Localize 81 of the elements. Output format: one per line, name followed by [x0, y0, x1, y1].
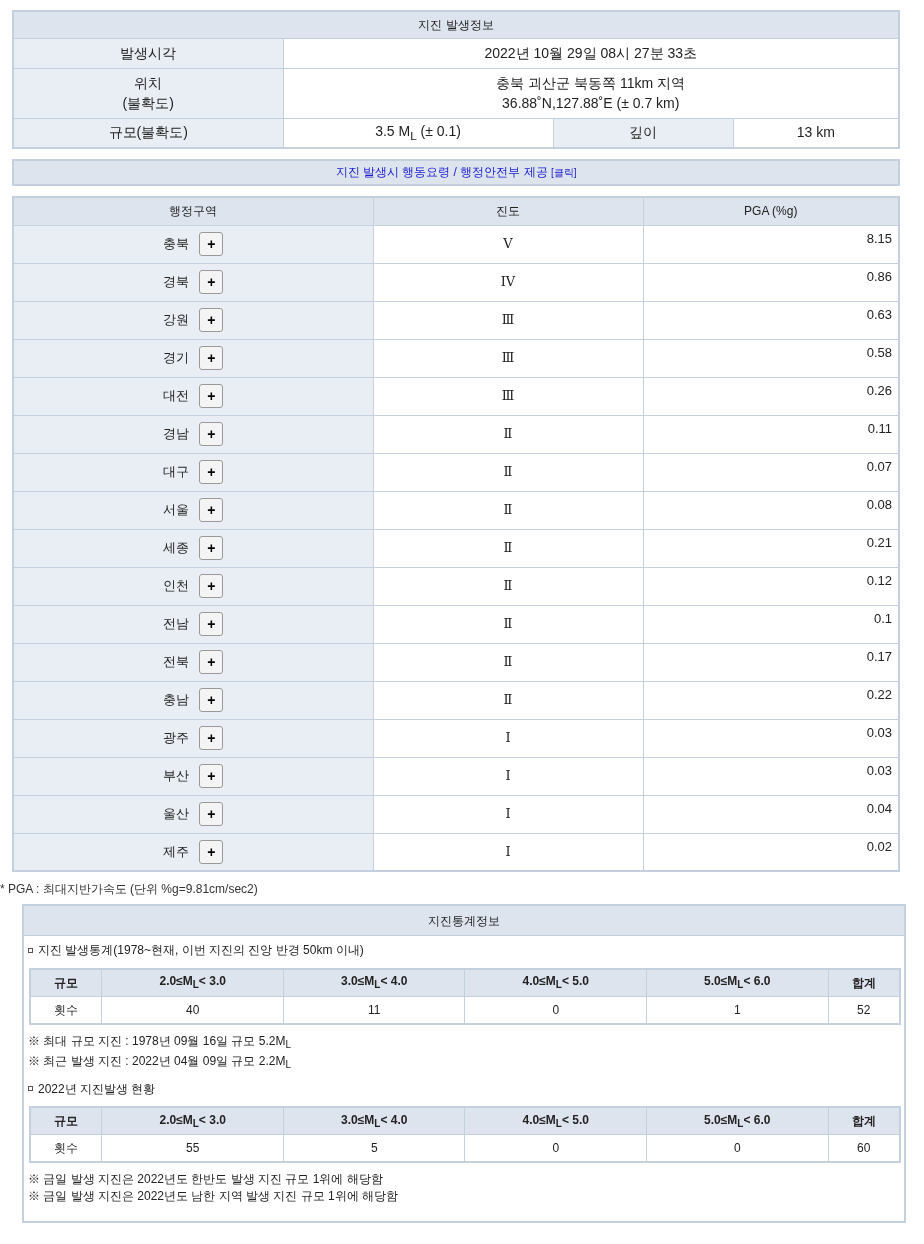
column-header: 5.0≤M$_{L}$< 6.0: [646, 968, 829, 997]
note-text: ※ 금일 발생 지진은 2022년도 한반도 발생 지진 규모 1위에 해당함: [28, 1170, 384, 1188]
square-bullet-icon: [28, 1086, 33, 1092]
table-cell: Ⅱ: [373, 681, 643, 719]
table-cell: Ⅱ: [373, 605, 643, 643]
table-title: 지진 발생정보: [13, 11, 899, 38]
section-heading: 2022년 지진발생 현황: [38, 1081, 156, 1096]
row-label: 깊이: [553, 118, 733, 148]
note-text: ※ 금일 발생 지진은 2022년도 남한 지역 발생 지진 규모 1위에 해당함: [28, 1187, 400, 1205]
expand-button[interactable]: +: [199, 536, 224, 560]
table-cell: V: [373, 225, 643, 263]
table-cell: Ⅰ: [373, 719, 643, 757]
note-text: ※ 최근 발생 지진 : 2022년 04월 09일 규모 2.2M$_{L}$: [28, 1053, 292, 1073]
region-name: 울산: [163, 806, 190, 822]
region-name: 인천: [163, 578, 190, 594]
column-header: 2.0≤M$_{L}$< 3.0: [101, 1106, 284, 1135]
region-name: 서울: [163, 502, 190, 518]
table-cell: Ⅱ: [373, 567, 643, 605]
region-name: 제주: [163, 843, 190, 860]
expand-button[interactable]: +: [199, 460, 224, 484]
expand-button[interactable]: +: [199, 308, 224, 332]
expand-button[interactable]: +: [199, 839, 224, 864]
expand-button[interactable]: +: [199, 574, 224, 598]
table-cell: Ⅰ: [373, 795, 643, 833]
column-header: 4.0≤M$_{L}$< 5.0: [465, 968, 647, 997]
guide-link[interactable]: 지진 발생시 행동요령 / 행정안전부 제공 [클릭]: [335, 165, 577, 180]
table-cell: IV: [373, 263, 643, 301]
region-name: 경북: [163, 274, 190, 290]
column-header: 5.0≤M$_{L}$< 6.0: [646, 1106, 829, 1135]
column-header: PGA (%g): [643, 197, 899, 225]
column-header: 규모: [30, 968, 102, 997]
expand-button[interactable]: +: [199, 346, 224, 370]
table-cell: Ⅱ: [373, 643, 643, 681]
region-name: 경남: [163, 426, 190, 442]
expand-button[interactable]: +: [199, 384, 224, 408]
region-name: 전북: [163, 654, 190, 670]
column-header: 합계: [828, 1106, 900, 1135]
region-name: 강원: [163, 312, 190, 328]
region-name: 경기: [163, 350, 190, 366]
region-name: 충남: [163, 692, 190, 708]
column-header: 규모: [30, 1106, 102, 1135]
expand-button[interactable]: +: [199, 270, 224, 294]
table-cell: Ⅲ: [373, 377, 643, 415]
expand-button[interactable]: +: [199, 612, 224, 636]
region-name: 대전: [163, 388, 190, 404]
table-cell: Ⅰ: [373, 757, 643, 795]
expand-button[interactable]: +: [199, 688, 224, 712]
table-cell: Ⅱ: [373, 453, 643, 491]
panel-title: 지진통계정보: [24, 906, 904, 937]
table-cell: Ⅱ: [373, 415, 643, 453]
expand-button[interactable]: +: [199, 802, 224, 826]
expand-button[interactable]: +: [199, 498, 224, 522]
region-name: 대구: [163, 464, 190, 480]
table-cell: Ⅲ: [373, 339, 643, 377]
note-text: ※ 최대 규모 지진 : 1978년 09월 16일 규모 5.2M$_{L}$: [28, 1032, 292, 1053]
column-header: 진도: [373, 197, 643, 225]
region-name: 충북: [163, 236, 190, 252]
square-bullet-icon: [28, 948, 33, 954]
region-name: 광주: [163, 730, 190, 746]
row-label: 규모(불확도): [13, 118, 283, 148]
expand-button[interactable]: +: [199, 422, 224, 446]
expand-button[interactable]: +: [199, 232, 224, 256]
footnote: * PGA : 최대지반가속도 (단위 %g=9.81cm/sec2): [0, 882, 259, 897]
column-header: 행정구역: [13, 197, 373, 225]
table-cell: Ⅱ: [373, 529, 643, 567]
expand-button[interactable]: +: [199, 650, 224, 674]
column-header: 3.0≤M$_{L}$< 4.0: [283, 968, 465, 997]
table-cell: Ⅲ: [373, 301, 643, 339]
expand-button[interactable]: +: [199, 726, 224, 750]
column-header: 합계: [828, 968, 900, 997]
section-heading: 지진 발생통계(1978~현재, 이번 지진의 진앙 반경 50km 이내): [38, 943, 364, 958]
column-header: 3.0≤M$_{L}$< 4.0: [283, 1106, 465, 1135]
region-name: 전남: [163, 616, 190, 632]
row-label: 발생시각: [13, 38, 283, 68]
expand-button[interactable]: +: [199, 764, 224, 788]
row-label: 위치 (불확도): [13, 68, 283, 118]
table-cell: Ⅱ: [373, 491, 643, 529]
region-name: 부산: [163, 768, 190, 784]
region-name: 세종: [163, 540, 190, 556]
column-header: 4.0≤M$_{L}$< 5.0: [465, 1106, 647, 1135]
column-header: 2.0≤M$_{L}$< 3.0: [101, 968, 284, 997]
